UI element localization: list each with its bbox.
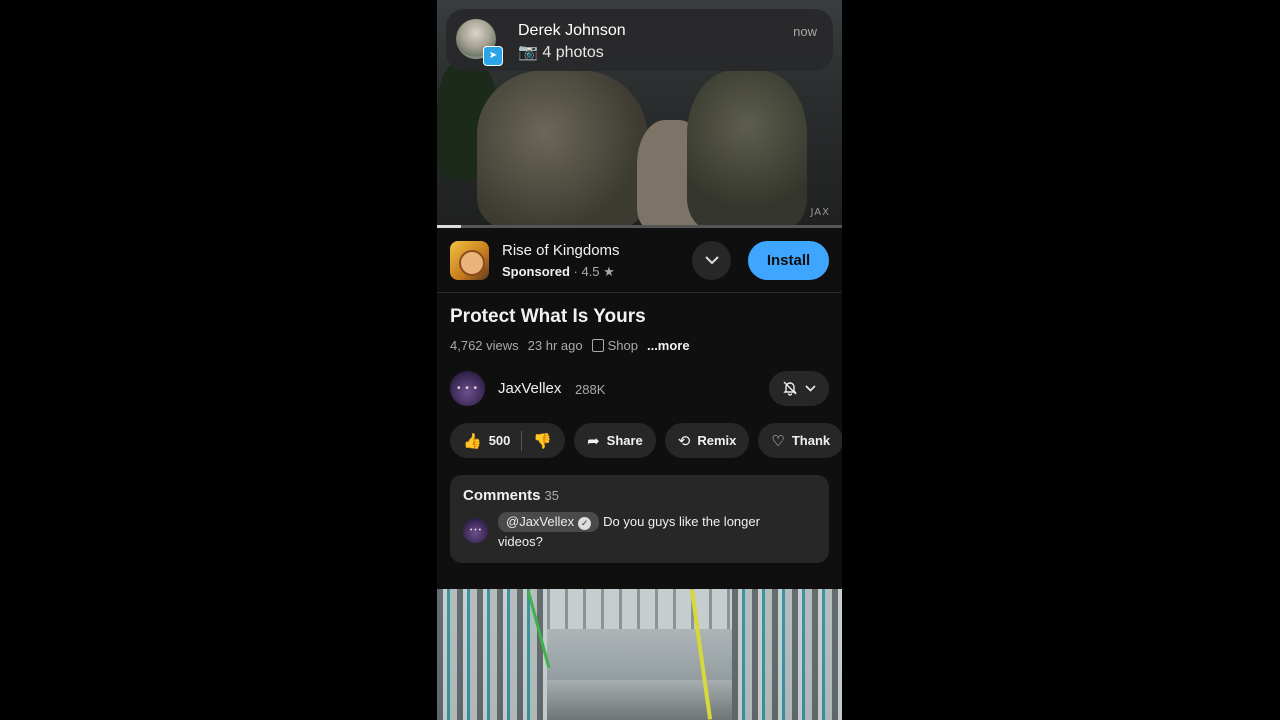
remix-button[interactable]: ⟲ Remix: [664, 423, 750, 458]
video-figure-left: [477, 70, 647, 228]
notification-banner[interactable]: ➤ Derek Johnson 📷 4 photos now: [446, 9, 833, 71]
video-figure-right: [687, 70, 807, 228]
notification-settings-button[interactable]: [769, 371, 829, 406]
telegram-icon: ➤: [483, 46, 503, 66]
star-icon: ★: [603, 264, 615, 279]
verified-check-icon: ✓: [578, 517, 592, 530]
upload-age: 23 hr ago: [527, 338, 583, 353]
view-count: 4,762 views: [450, 338, 519, 353]
phone-screen: JAX ➤ Derek Johnson 📷 4 photos now Rise …: [437, 0, 842, 720]
thanks-button[interactable]: ♡ Thank: [758, 423, 842, 458]
remix-label: Remix: [697, 433, 737, 448]
heart-dollar-icon: ♡: [771, 432, 785, 450]
notification-sender: Derek Johnson: [518, 22, 626, 39]
channel-name[interactable]: JaxVellex: [498, 380, 561, 397]
ad-app-name: Rise of Kingdoms: [502, 242, 620, 259]
comment-count: 35: [544, 488, 559, 503]
comments-header: Comments 35: [463, 487, 559, 504]
divider: [521, 430, 523, 451]
comments-panel[interactable]: Comments 35 • • • @JaxVellex ✓ Do you guys …: [450, 475, 829, 563]
chevron-down-icon: [801, 381, 816, 396]
subscriber-count: 288K: [575, 382, 606, 397]
shopping-bag-icon: [591, 339, 604, 352]
ad-rating: 4.5: [581, 264, 600, 279]
more-link[interactable]: ...more: [647, 338, 690, 353]
action-bar: 👍 500 👎 ➦ Share ⟲ Remix ♡ Thank: [450, 423, 842, 458]
share-button[interactable]: ➦ Share: [574, 423, 656, 458]
thumbs-up-icon[interactable]: 👍: [463, 432, 482, 450]
app-icon: [450, 241, 489, 280]
thanks-label: Thank: [791, 433, 831, 448]
sponsored-label: Sponsored: [502, 264, 570, 279]
ad-expand-button[interactable]: [692, 241, 731, 280]
thumbnail-rack-right: [732, 589, 842, 720]
share-icon: ➦: [587, 432, 600, 450]
next-video-thumbnail[interactable]: [437, 589, 842, 720]
bell-off-icon: [782, 381, 802, 396]
thumbs-down-icon[interactable]: 👎: [533, 432, 552, 450]
video-meta: 4,762 views 23 hr ago Shop ...more: [450, 338, 690, 353]
notification-message: 📷 4 photos: [518, 44, 604, 61]
commenter-avatar: • • •: [463, 518, 488, 543]
install-button[interactable]: Install: [748, 241, 829, 280]
author-mention: @JaxVellex ✓: [498, 512, 600, 532]
sponsored-ad[interactable]: Rise of Kingdoms Sponsored · 4.5 ★ Insta…: [437, 228, 842, 293]
like-dislike-group: 👍 500 👎: [450, 423, 566, 458]
pinned-comment: @JaxVellex ✓ Do you guys like the longer v…: [498, 512, 808, 552]
share-label: Share: [606, 433, 643, 448]
ad-meta: Sponsored · 4.5 ★: [502, 264, 615, 279]
video-title: Protect What Is Yours: [450, 306, 646, 327]
thumbnail-ceiling: [547, 589, 732, 629]
video-watermark: JAX: [810, 207, 830, 218]
channel-avatar[interactable]: • • •: [450, 371, 485, 406]
like-count[interactable]: 500: [489, 433, 511, 448]
shop-link[interactable]: Shop: [591, 338, 638, 353]
notification-time: now: [793, 24, 817, 39]
chevron-down-icon: [704, 252, 719, 268]
remix-icon: ⟲: [677, 432, 691, 450]
